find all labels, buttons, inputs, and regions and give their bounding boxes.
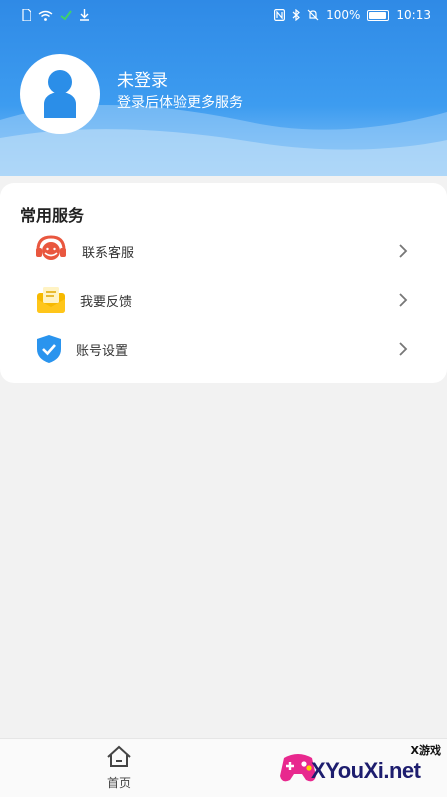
chevron-right-icon	[399, 342, 408, 356]
nfc-icon	[274, 9, 286, 21]
sim-card-icon	[22, 9, 31, 21]
services-title: 常用服务	[20, 206, 85, 225]
home-icon	[107, 745, 131, 767]
watermark-brand: XYouXi.net	[311, 758, 421, 783]
chevron-right-icon	[399, 244, 408, 258]
status-bar: 100% 10:13	[0, 0, 447, 30]
wifi-icon	[38, 10, 53, 21]
menu-item-account-settings[interactable]: 账号设置	[0, 325, 447, 373]
menu-item-contact-service[interactable]: 联系客服	[0, 227, 447, 275]
watermark-tag: X游戏	[410, 744, 441, 757]
login-status[interactable]: 未登录	[117, 66, 168, 91]
clock: 10:13	[396, 8, 431, 22]
battery-icon	[367, 9, 390, 21]
login-hint: 登录后体验更多服务	[117, 95, 243, 111]
customer-service-icon	[34, 234, 68, 268]
avatar[interactable]	[20, 54, 100, 134]
download-icon	[79, 9, 90, 21]
shield-check-icon	[32, 332, 66, 366]
menu-item-feedback[interactable]: 我要反馈	[0, 276, 447, 324]
services-card: 常用服务 联系客服 我要反馈 账号设置	[0, 183, 447, 383]
menu-item-label: 我要反馈	[80, 294, 133, 310]
tab-home-label: 首页	[106, 776, 131, 790]
watermark: XYouXi.net X游戏	[276, 740, 447, 797]
tab-home[interactable]: 首页	[94, 745, 144, 795]
feedback-envelope-icon	[34, 283, 68, 317]
bluetooth-icon	[292, 9, 301, 21]
menu-item-label: 联系客服	[82, 245, 135, 261]
mute-bell-icon	[307, 9, 319, 21]
battery-percent: 100%	[326, 8, 361, 22]
app-notification-icon	[60, 9, 72, 21]
user-avatar-icon	[44, 70, 76, 118]
chevron-right-icon	[399, 293, 408, 307]
menu-item-label: 账号设置	[76, 343, 129, 359]
